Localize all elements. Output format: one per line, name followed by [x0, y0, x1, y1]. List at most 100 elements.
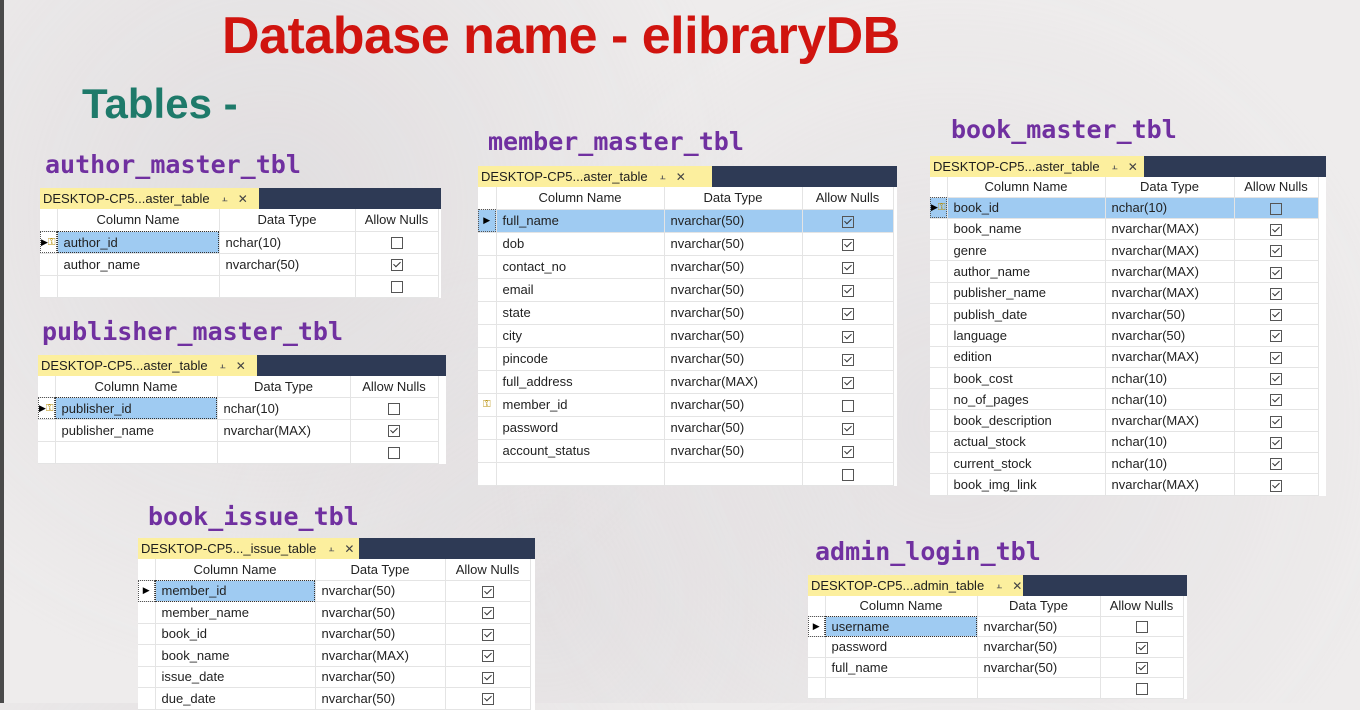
row-selector[interactable]: [478, 439, 497, 463]
data-type-cell[interactable]: nvarchar(50): [664, 209, 803, 233]
row-selector[interactable]: [138, 687, 156, 710]
document-tab[interactable]: DESKTOP-CP5..._issue_table ⫠ ✕: [138, 538, 359, 559]
close-icon[interactable]: ✕: [236, 359, 246, 373]
data-type-cell[interactable]: nchar(10): [1105, 388, 1235, 411]
data-type-cell[interactable]: nvarchar(MAX): [1105, 260, 1235, 283]
data-type-cell[interactable]: nvarchar(MAX): [1105, 282, 1235, 304]
allow-nulls-checkbox[interactable]: [445, 601, 531, 624]
table-row[interactable]: ▶⚿ publisher_id nchar(10): [38, 397, 439, 420]
pin-icon[interactable]: ⫠: [222, 193, 228, 204]
allow-nulls-checkbox[interactable]: [1234, 409, 1319, 432]
allow-nulls-checkbox[interactable]: [1234, 197, 1319, 219]
row-selector[interactable]: [930, 218, 948, 241]
new-column-row[interactable]: [808, 677, 1184, 699]
column-name-cell[interactable]: author_id: [57, 231, 220, 254]
document-tab[interactable]: DESKTOP-CP5...aster_table ⫠ ✕: [40, 188, 259, 209]
data-type-cell[interactable]: nvarchar(MAX): [315, 644, 446, 667]
close-icon[interactable]: ✕: [238, 192, 248, 206]
data-type-cell[interactable]: [977, 677, 1101, 699]
data-type-cell[interactable]: nvarchar(50): [664, 393, 803, 417]
row-selector[interactable]: [478, 232, 497, 256]
data-type-cell[interactable]: nvarchar(50): [664, 255, 803, 279]
row-selector[interactable]: [930, 367, 948, 390]
data-type-cell[interactable]: nchar(10): [217, 397, 351, 420]
row-selector[interactable]: [808, 657, 826, 678]
row-selector[interactable]: ▶: [138, 580, 156, 602]
data-type-cell[interactable]: nvarchar(50): [664, 301, 803, 325]
table-row[interactable]: ▶ full_name nvarchar(50): [478, 209, 894, 233]
allow-nulls-checkbox[interactable]: [802, 370, 894, 394]
allow-nulls-checkbox[interactable]: [445, 644, 531, 667]
allow-nulls-checkbox[interactable]: [1100, 636, 1184, 658]
data-type-cell[interactable]: nvarchar(50): [664, 232, 803, 256]
column-name-cell[interactable]: [496, 462, 665, 486]
row-selector[interactable]: [478, 278, 497, 302]
table-row[interactable]: language nvarchar(50): [930, 324, 1319, 347]
row-selector[interactable]: [478, 301, 497, 325]
close-icon[interactable]: ✕: [344, 542, 354, 556]
data-type-cell[interactable]: nvarchar(50): [1105, 324, 1235, 347]
table-row[interactable]: edition nvarchar(MAX): [930, 346, 1319, 368]
column-name-cell[interactable]: contact_no: [496, 255, 665, 279]
data-type-cell[interactable]: nchar(10): [1105, 431, 1235, 454]
allow-nulls-checkbox[interactable]: [802, 416, 894, 440]
new-column-row[interactable]: [40, 275, 439, 298]
column-name-cell[interactable]: due_date: [155, 687, 316, 710]
row-selector[interactable]: [478, 324, 497, 348]
column-name-cell[interactable]: password: [825, 636, 978, 658]
row-selector[interactable]: [478, 255, 497, 279]
column-name-cell[interactable]: publisher_name: [947, 282, 1106, 304]
allow-nulls-checkbox[interactable]: [802, 439, 894, 463]
row-selector[interactable]: [478, 416, 497, 440]
allow-nulls-checkbox[interactable]: [445, 666, 531, 688]
data-type-cell[interactable]: nvarchar(50): [664, 278, 803, 302]
row-selector[interactable]: [40, 275, 58, 298]
table-row[interactable]: pincode nvarchar(50): [478, 347, 894, 371]
row-selector[interactable]: [930, 431, 948, 454]
data-type-cell[interactable]: nvarchar(50): [977, 657, 1101, 678]
column-name-cell[interactable]: current_stock: [947, 452, 1106, 475]
data-type-cell[interactable]: nvarchar(50): [315, 601, 446, 624]
row-selector[interactable]: [930, 346, 948, 368]
data-type-cell[interactable]: nchar(10): [1105, 452, 1235, 475]
row-selector[interactable]: [930, 452, 948, 475]
table-row[interactable]: state nvarchar(50): [478, 301, 894, 325]
data-type-cell[interactable]: nvarchar(50): [977, 636, 1101, 658]
allow-nulls-checkbox[interactable]: [1100, 616, 1184, 637]
allow-nulls-checkbox[interactable]: [802, 347, 894, 371]
row-selector[interactable]: ▶⚿: [40, 231, 58, 254]
allow-nulls-checkbox[interactable]: [1234, 282, 1319, 304]
data-type-cell[interactable]: nvarchar(MAX): [1105, 409, 1235, 432]
data-type-cell[interactable]: nchar(10): [1105, 197, 1235, 219]
new-column-row[interactable]: [478, 462, 894, 486]
row-selector[interactable]: ▶: [478, 209, 497, 233]
allow-nulls-checkbox[interactable]: [445, 580, 531, 602]
table-row[interactable]: author_name nvarchar(MAX): [930, 260, 1319, 283]
pin-icon[interactable]: ⫠: [220, 360, 226, 371]
column-name-cell[interactable]: member_id: [496, 393, 665, 417]
allow-nulls-checkbox[interactable]: [1234, 218, 1319, 241]
table-row[interactable]: account_status nvarchar(50): [478, 439, 894, 463]
row-selector[interactable]: [930, 473, 948, 496]
column-name-cell[interactable]: publish_date: [947, 303, 1106, 326]
pin-icon[interactable]: ⫠: [1112, 161, 1118, 172]
table-row[interactable]: book_img_link nvarchar(MAX): [930, 473, 1319, 496]
data-type-cell[interactable]: [219, 275, 356, 298]
column-name-cell[interactable]: [55, 441, 218, 464]
allow-nulls-checkbox[interactable]: [1100, 677, 1184, 699]
data-type-cell[interactable]: nvarchar(MAX): [1105, 218, 1235, 241]
column-name-cell[interactable]: genre: [947, 239, 1106, 262]
close-icon[interactable]: ✕: [1012, 579, 1022, 593]
table-row[interactable]: due_date nvarchar(50): [138, 687, 531, 710]
table-row[interactable]: ▶⚿ author_id nchar(10): [40, 231, 439, 254]
column-name-cell[interactable]: [57, 275, 220, 298]
column-name-cell[interactable]: publisher_name: [55, 419, 218, 442]
row-selector[interactable]: [138, 644, 156, 667]
table-row[interactable]: password nvarchar(50): [478, 416, 894, 440]
row-selector[interactable]: [930, 409, 948, 432]
allow-nulls-checkbox[interactable]: [1234, 303, 1319, 326]
table-row[interactable]: issue_date nvarchar(50): [138, 666, 531, 688]
row-selector[interactable]: [930, 324, 948, 347]
data-type-cell[interactable]: nvarchar(50): [315, 687, 446, 710]
column-name-cell[interactable]: publisher_id: [55, 397, 218, 420]
